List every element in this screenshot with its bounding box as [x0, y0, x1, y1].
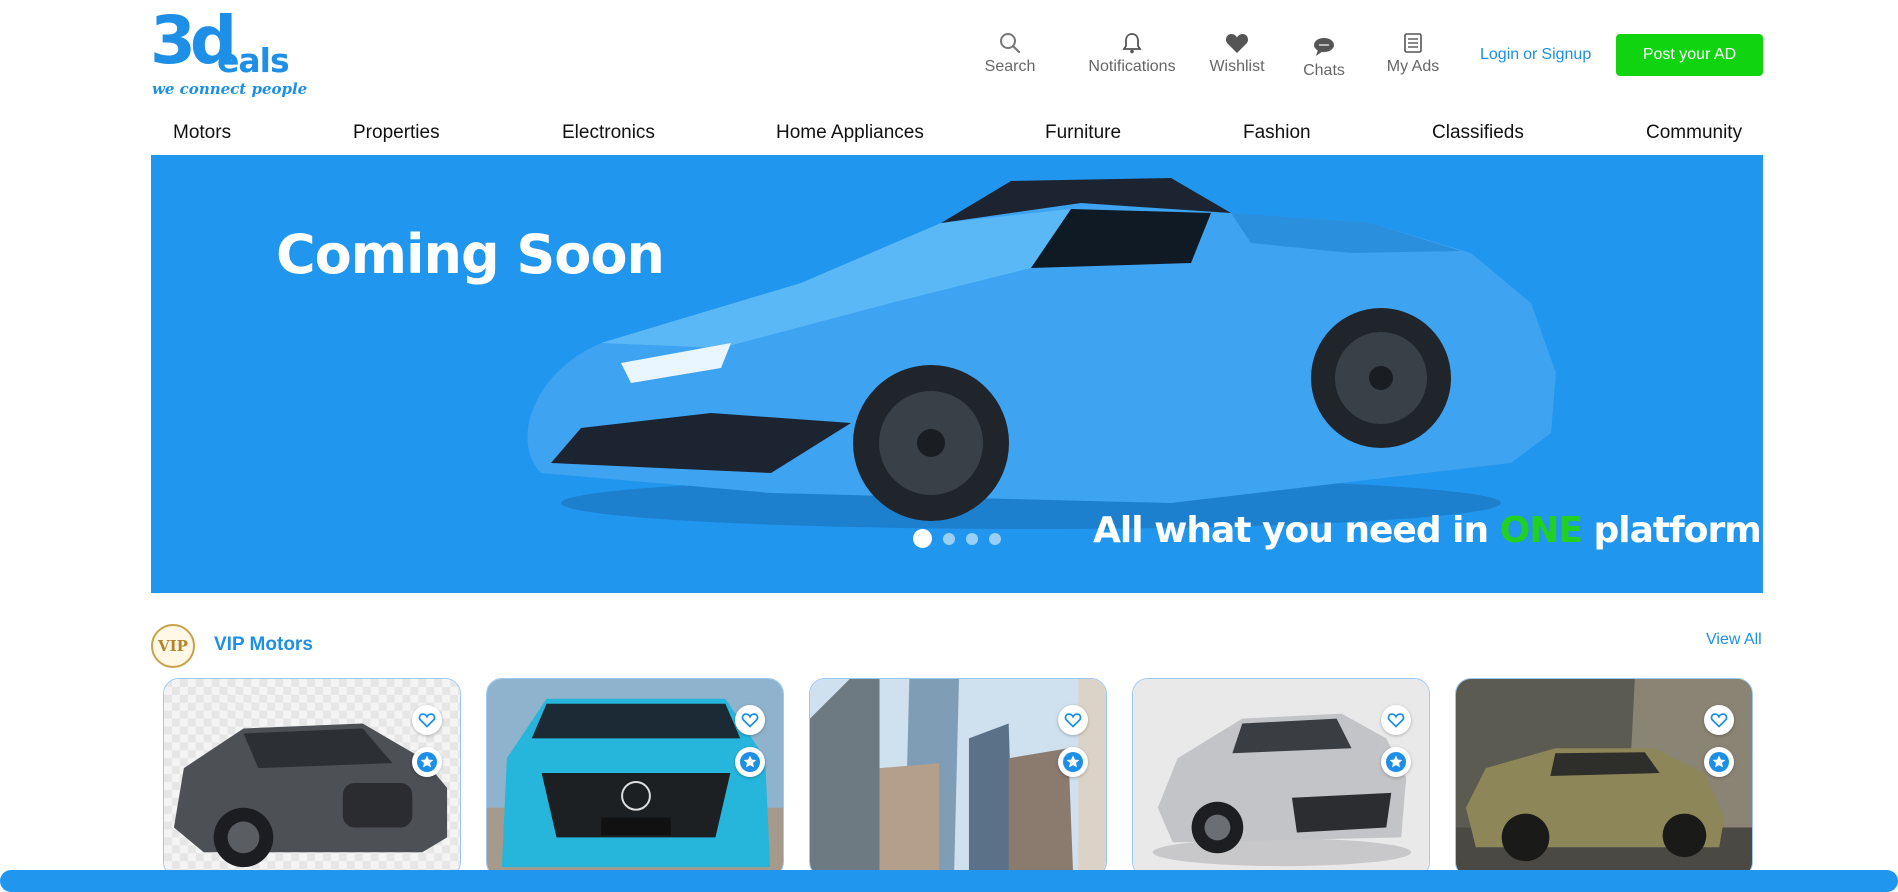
category-nav: Motors Properties Electronics Home Appli…: [151, 118, 1763, 150]
notifications-label: Notifications: [1088, 58, 1176, 75]
carousel-dot[interactable]: [989, 532, 1001, 545]
nav-item-home-appliances[interactable]: Home Appliances: [776, 122, 924, 144]
listing-card[interactable]: [1455, 678, 1753, 878]
listing-card[interactable]: [486, 678, 784, 878]
wishlist-label: Wishlist: [1209, 58, 1265, 75]
carousel-dot[interactable]: [943, 532, 955, 545]
bell-icon: [1122, 30, 1142, 56]
nav-item-community[interactable]: Community: [1646, 122, 1742, 144]
my-ads-action[interactable]: My Ads: [1378, 30, 1448, 76]
nav-item-classifieds[interactable]: Classifieds: [1432, 122, 1524, 144]
hero-car-image: [527, 178, 1556, 529]
featured-star-icon[interactable]: [1058, 747, 1088, 777]
wishlist-heart-icon[interactable]: [1381, 705, 1411, 735]
hero-tagline-end: platform: [1581, 510, 1761, 551]
nav-item-fashion[interactable]: Fashion: [1243, 122, 1311, 144]
listing-card[interactable]: [809, 678, 1107, 878]
hero-tagline-highlight: ONE: [1499, 510, 1583, 551]
hero-tagline: All what you need in ONE platform: [1093, 510, 1762, 551]
logo-tagline: we connect people: [152, 80, 308, 98]
search-label: Search: [984, 58, 1036, 75]
site-logo[interactable]: 3d eals we connect people: [150, 8, 307, 100]
nav-item-furniture[interactable]: Furniture: [1045, 122, 1121, 144]
view-all-link[interactable]: View All: [1706, 631, 1762, 649]
featured-star-icon[interactable]: [1704, 747, 1734, 777]
heart-icon: [1225, 30, 1249, 56]
listing-card[interactable]: [1132, 678, 1430, 878]
vip-cards: [163, 678, 1753, 878]
wishlist-action[interactable]: Wishlist: [1200, 30, 1274, 76]
wishlist-heart-icon[interactable]: [735, 705, 765, 735]
nav-item-properties[interactable]: Properties: [353, 122, 440, 144]
logo-word: eals: [217, 41, 290, 80]
hero-tagline-start: All what you need in: [1093, 510, 1500, 551]
featured-star-icon[interactable]: [1381, 747, 1411, 777]
featured-star-icon[interactable]: [412, 747, 442, 777]
post-ad-button[interactable]: Post your AD: [1616, 34, 1763, 76]
featured-star-icon[interactable]: [735, 747, 765, 777]
carousel-dots: [913, 529, 1012, 548]
carousel-dot[interactable]: [913, 529, 932, 548]
carousel-dot[interactable]: [966, 532, 978, 545]
chat-icon: [1313, 34, 1335, 60]
page: 3d eals we connect people Search Notific…: [0, 0, 1898, 892]
vip-badge: VIP: [151, 624, 195, 668]
chats-action[interactable]: Chats: [1294, 34, 1354, 80]
auth-links: Login or Signup: [1480, 46, 1591, 64]
wishlist-heart-icon[interactable]: [1058, 705, 1088, 735]
wishlist-heart-icon[interactable]: [412, 705, 442, 735]
search-icon: [999, 30, 1021, 56]
listing-card[interactable]: [163, 678, 461, 878]
chats-label: Chats: [1303, 62, 1345, 79]
wishlist-heart-icon[interactable]: [1704, 705, 1734, 735]
bottom-scrollbar[interactable]: [0, 870, 1898, 892]
hero-banner[interactable]: Coming Soon All what you need in ONE pla…: [151, 155, 1763, 593]
my-ads-label: My Ads: [1386, 58, 1440, 75]
list-icon: [1404, 30, 1422, 56]
auth-or-text: or: [1523, 46, 1538, 63]
signup-link[interactable]: Signup: [1541, 46, 1591, 63]
nav-item-motors[interactable]: Motors: [173, 122, 231, 144]
nav-item-electronics[interactable]: Electronics: [562, 122, 655, 144]
search-action[interactable]: Search: [980, 30, 1040, 76]
section-title: VIP Motors: [214, 634, 313, 655]
notifications-action[interactable]: Notifications: [1077, 30, 1187, 76]
login-link[interactable]: Login: [1480, 46, 1519, 63]
